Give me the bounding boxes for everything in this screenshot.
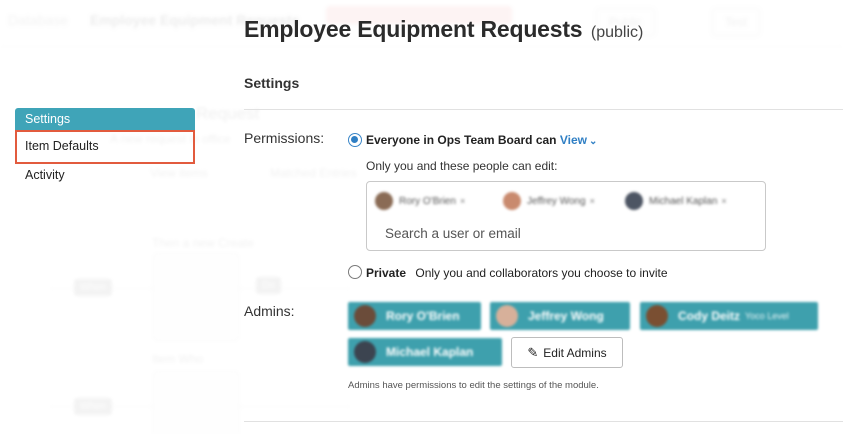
remove-icon[interactable]: × [721,196,726,206]
settings-nav: Settings Item Defaults Activity [15,108,195,193]
radio-everyone[interactable] [348,133,362,147]
edit-admins-label: Edit Admins [543,345,607,360]
remove-icon[interactable]: × [590,196,595,206]
section-title: Settings [244,75,300,91]
remove-icon[interactable]: × [460,196,465,206]
editor-name: Rory O'Brien [399,195,456,207]
admin-name: Jeffrey Wong [528,309,604,323]
user-search-input[interactable]: Search a user or email [385,226,521,241]
avatar [354,305,376,327]
edit-caption: Only you and these people can edit: [366,159,558,173]
avatar [503,192,521,210]
admin-name: Cody Deitz [678,309,741,323]
editor-chip[interactable]: Jeffrey Wong × [503,191,595,211]
chevron-down-icon: ⌄ [589,136,598,147]
admin-name: Rory O'Brien [386,309,460,323]
admins-hint: Admins have permissions to edit the sett… [348,380,599,391]
admins-label: Admins: [244,303,295,319]
private-option-label: Private [366,266,407,280]
avatar [646,305,668,327]
private-option: Private Only you and collaborators you c… [366,266,668,280]
nav-item-settings[interactable]: Settings [15,108,195,130]
nav-item-activity[interactable]: Activity [15,164,195,193]
admin-name: Michael Kaplan [386,345,474,359]
private-caption: Only you and collaborators you choose to… [415,266,668,280]
editor-chip[interactable]: Michael Kaplan × [625,191,727,211]
admin-pill: Michael Kaplan [348,338,502,366]
admin-pill: Jeffrey Wong [490,302,630,330]
editor-name: Jeffrey Wong [527,195,586,207]
avatar [375,192,393,210]
admin-pill: Rory O'Brien [348,302,481,330]
radio-private[interactable] [348,265,362,279]
admin-pill: Cody Deitz Yoco Level [640,302,818,330]
admin-extra: Yoco Level [745,311,789,321]
pencil-icon: ✎ [527,344,539,360]
page-title-row: Employee Equipment Requests (public) [244,16,643,43]
avatar [354,341,376,363]
editors-box[interactable]: Rory O'Brien × Jeffrey Wong × Michael Ka… [366,181,766,251]
avatar [625,192,643,210]
editor-chip[interactable]: Rory O'Brien × [375,191,465,211]
edit-admins-button[interactable]: ✎ Edit Admins [511,337,623,368]
editor-name: Michael Kaplan [649,195,718,207]
permissions-label: Permissions: [244,130,325,146]
everyone-option: Everyone in Ops Team Board can View ⌄ [366,133,597,147]
section-divider [244,109,843,110]
everyone-option-label: Everyone in Ops Team Board can [366,133,557,147]
section-divider [244,421,843,422]
visibility-label: (public) [590,24,644,41]
nav-item-item-defaults[interactable]: Item Defaults [15,130,195,164]
avatar [496,305,518,327]
view-level-value: View [559,133,587,147]
page-title: Employee Equipment Requests [244,16,583,42]
view-level-dropdown[interactable]: View ⌄ [560,133,598,147]
